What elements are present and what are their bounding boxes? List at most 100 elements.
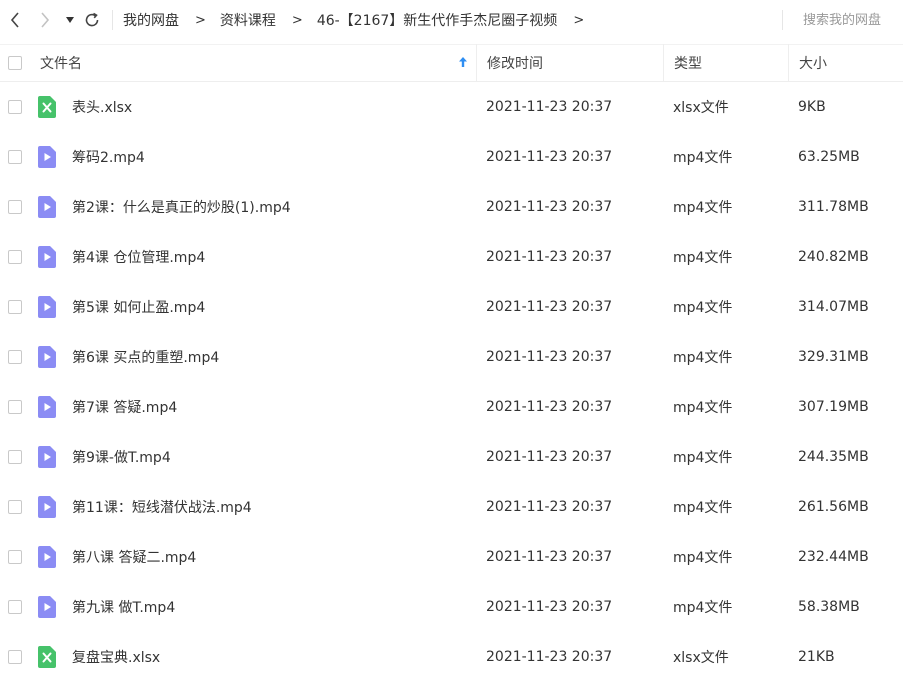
video-file-icon (38, 146, 56, 168)
row-checkbox[interactable] (8, 150, 22, 164)
header-checkbox-cell (0, 56, 30, 70)
chevron-right-icon (41, 12, 50, 28)
file-modified-time: 2021-11-23 20:37 (486, 449, 613, 465)
file-table: 文件名 修改时间 类型 大小 表头.xlsx 2021-11-23 20:37 … (0, 44, 903, 682)
video-file-icon (38, 196, 56, 218)
row-checkbox[interactable] (8, 250, 22, 264)
back-button[interactable] (0, 0, 30, 40)
file-name[interactable]: 复盘宝典.xlsx (72, 647, 160, 667)
column-header-time-label: 修改时间 (487, 56, 543, 72)
file-name[interactable]: 筹码2.mp4 (72, 147, 145, 167)
breadcrumb-item-my-drive[interactable]: 我的网盘 (123, 10, 179, 30)
file-type: mp4文件 (673, 550, 733, 566)
refresh-button[interactable] (80, 0, 104, 40)
row-checkbox-cell (0, 300, 30, 314)
row-checkbox-cell (0, 350, 30, 364)
select-all-checkbox[interactable] (8, 56, 22, 70)
file-size: 21KB (798, 649, 835, 665)
column-header-time[interactable]: 修改时间 (476, 44, 663, 82)
row-checkbox[interactable] (8, 200, 22, 214)
table-row[interactable]: 第9课-做T.mp4 2021-11-23 20:37 mp4文件 244.35… (0, 432, 903, 482)
row-checkbox[interactable] (8, 500, 22, 514)
table-row[interactable]: 复盘宝典.xlsx 2021-11-23 20:37 xlsx文件 21KB (0, 632, 903, 682)
refresh-icon (85, 12, 99, 27)
file-type: mp4文件 (673, 200, 733, 216)
file-type: mp4文件 (673, 300, 733, 316)
file-name[interactable]: 第2课：什么是真正的炒股(1).mp4 (72, 197, 291, 217)
video-file-icon (38, 446, 56, 468)
file-type: mp4文件 (673, 500, 733, 516)
file-size: 240.82MB (798, 249, 869, 265)
table-row[interactable]: 第11课：短线潜伏战法.mp4 2021-11-23 20:37 mp4文件 2… (0, 482, 903, 532)
file-modified-time: 2021-11-23 20:37 (486, 599, 613, 615)
table-row[interactable]: 第4课 仓位管理.mp4 2021-11-23 20:37 mp4文件 240.… (0, 232, 903, 282)
arrow-up-icon (459, 57, 467, 67)
file-type: mp4文件 (673, 400, 733, 416)
row-checkbox-cell (0, 250, 30, 264)
table-row[interactable]: 第2课：什么是真正的炒股(1).mp4 2021-11-23 20:37 mp4… (0, 182, 903, 232)
file-name[interactable]: 第4课 仓位管理.mp4 (72, 247, 205, 267)
table-row[interactable]: 第九课 做T.mp4 2021-11-23 20:37 mp4文件 58.38M… (0, 582, 903, 632)
table-row[interactable]: 第6课 买点的重塑.mp4 2021-11-23 20:37 mp4文件 329… (0, 332, 903, 382)
video-file-icon (38, 296, 56, 318)
file-name[interactable]: 第5课 如何止盈.mp4 (72, 297, 205, 317)
table-row[interactable]: 筹码2.mp4 2021-11-23 20:37 mp4文件 63.25MB (0, 132, 903, 182)
file-name-cell: 第4课 仓位管理.mp4 (30, 232, 476, 282)
column-header-size-label: 大小 (799, 56, 827, 72)
file-modified-time: 2021-11-23 20:37 (486, 649, 613, 665)
file-name-cell: 第11课：短线潜伏战法.mp4 (30, 482, 476, 532)
video-file-icon (38, 496, 56, 518)
row-checkbox-cell (0, 550, 30, 564)
file-modified-time: 2021-11-23 20:37 (486, 349, 613, 365)
forward-button[interactable] (30, 0, 60, 40)
column-header-type[interactable]: 类型 (663, 44, 788, 82)
file-size: 311.78MB (798, 199, 869, 215)
table-body: 表头.xlsx 2021-11-23 20:37 xlsx文件 9KB 筹码2.… (0, 82, 903, 682)
file-name[interactable]: 表头.xlsx (72, 97, 132, 117)
file-name[interactable]: 第9课-做T.mp4 (72, 447, 171, 467)
breadcrumb-item-courses[interactable]: 资料课程 (220, 10, 276, 30)
row-checkbox[interactable] (8, 400, 22, 414)
table-row[interactable]: 第八课 答疑二.mp4 2021-11-23 20:37 mp4文件 232.4… (0, 532, 903, 582)
table-row[interactable]: 第5课 如何止盈.mp4 2021-11-23 20:37 mp4文件 314.… (0, 282, 903, 332)
file-modified-time: 2021-11-23 20:37 (486, 149, 613, 165)
file-size: 232.44MB (798, 549, 869, 565)
file-type: mp4文件 (673, 150, 733, 166)
row-checkbox[interactable] (8, 100, 22, 114)
history-dropdown-button[interactable] (60, 0, 80, 40)
column-header-size[interactable]: 大小 (788, 44, 903, 82)
file-name[interactable]: 第7课 答疑.mp4 (72, 397, 177, 417)
column-header-name-label: 文件名 (40, 56, 82, 72)
video-file-icon (38, 246, 56, 268)
row-checkbox-cell (0, 200, 30, 214)
file-name-cell: 第2课：什么是真正的炒股(1).mp4 (30, 182, 476, 232)
file-modified-time: 2021-11-23 20:37 (486, 549, 613, 565)
table-row[interactable]: 第7课 答疑.mp4 2021-11-23 20:37 mp4文件 307.19… (0, 382, 903, 432)
row-checkbox[interactable] (8, 350, 22, 364)
row-checkbox[interactable] (8, 650, 22, 664)
file-name[interactable]: 第九课 做T.mp4 (72, 597, 175, 617)
file-type: mp4文件 (673, 600, 733, 616)
row-checkbox[interactable] (8, 550, 22, 564)
toolbar-divider (112, 10, 113, 30)
file-modified-time: 2021-11-23 20:37 (486, 299, 613, 315)
triangle-down-icon (66, 17, 74, 23)
file-name[interactable]: 第11课：短线潜伏战法.mp4 (72, 497, 252, 517)
table-row[interactable]: 表头.xlsx 2021-11-23 20:37 xlsx文件 9KB (0, 82, 903, 132)
row-checkbox[interactable] (8, 450, 22, 464)
file-name-cell: 第5课 如何止盈.mp4 (30, 282, 476, 332)
table-header: 文件名 修改时间 类型 大小 (0, 44, 903, 82)
file-modified-time: 2021-11-23 20:37 (486, 399, 613, 415)
row-checkbox[interactable] (8, 300, 22, 314)
file-type: xlsx文件 (673, 100, 729, 116)
file-name[interactable]: 第6课 买点的重塑.mp4 (72, 347, 219, 367)
breadcrumb-item-current[interactable]: 46-【2167】新生代作手杰尼圈子视频 (317, 10, 558, 30)
search-input[interactable] (803, 8, 899, 32)
column-header-name[interactable]: 文件名 (30, 44, 476, 82)
file-name-cell: 第八课 答疑二.mp4 (30, 532, 476, 582)
video-file-icon (38, 396, 56, 418)
breadcrumb-separator: > (195, 12, 206, 28)
file-name[interactable]: 第八课 答疑二.mp4 (72, 547, 196, 567)
file-size: 9KB (798, 99, 826, 115)
row-checkbox[interactable] (8, 600, 22, 614)
